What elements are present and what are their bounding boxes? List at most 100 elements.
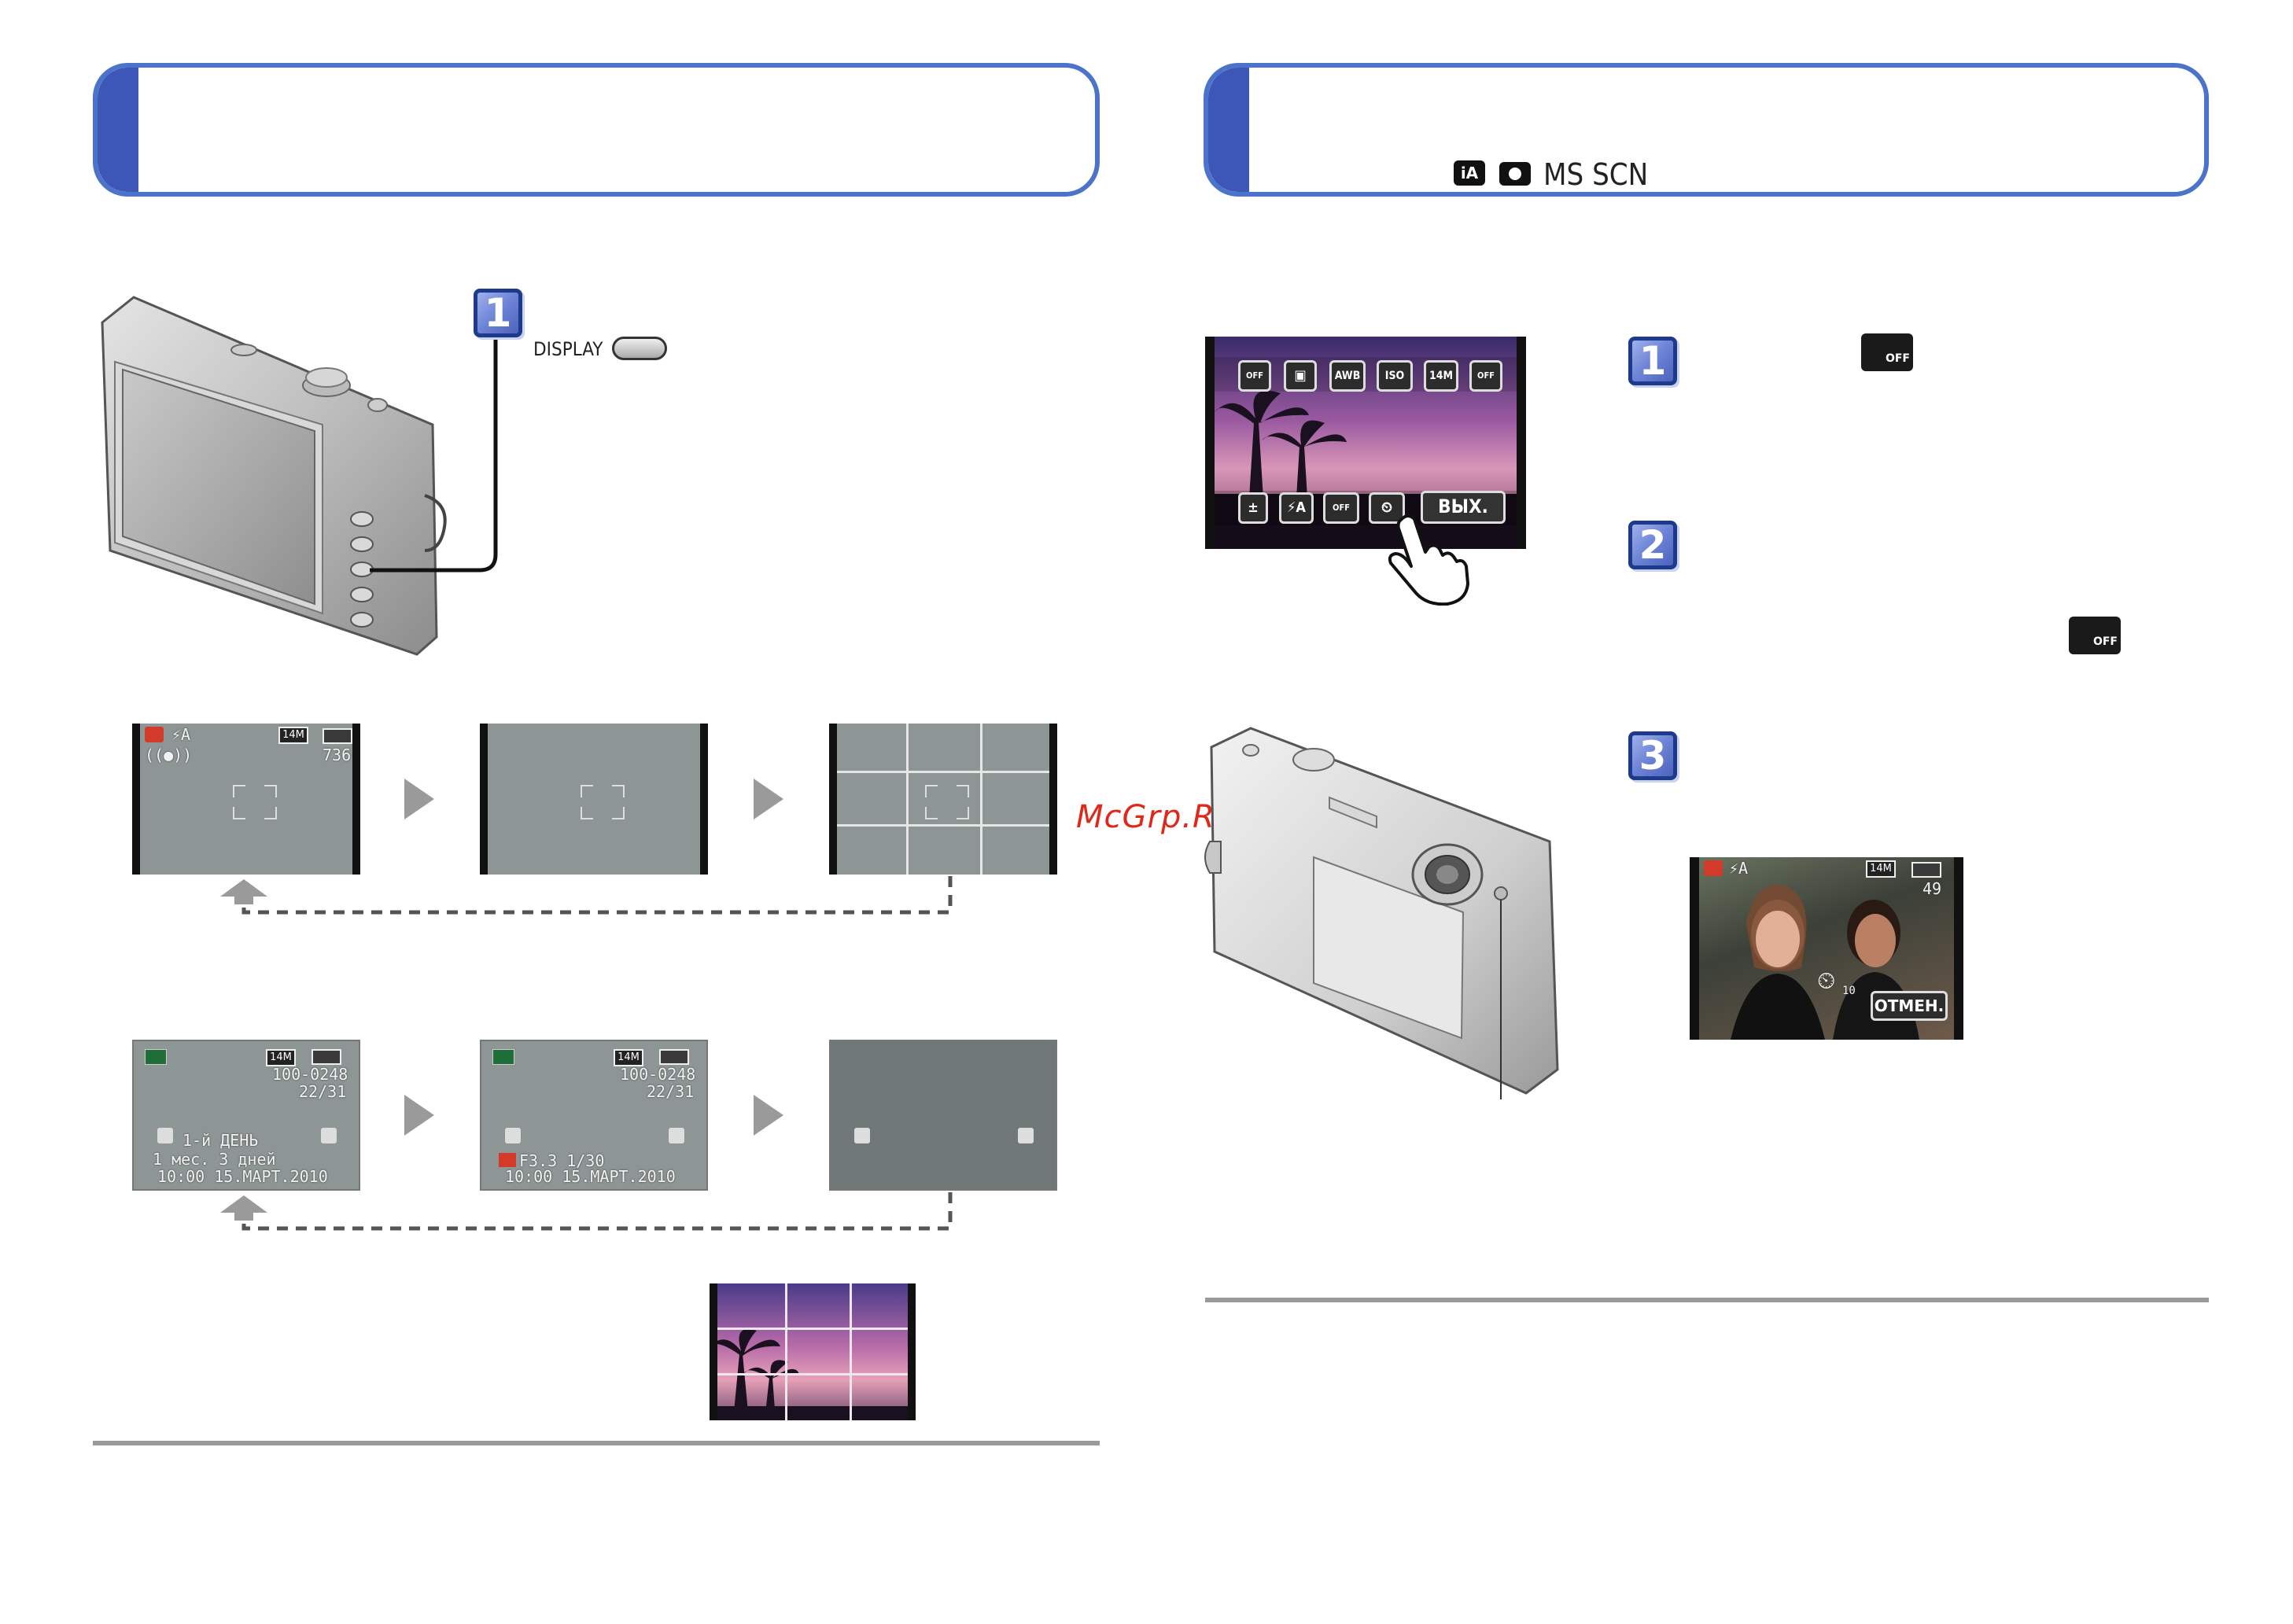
next-arrow [754,779,783,819]
guide-line [717,1373,908,1375]
left-bottom-rule [93,1441,1100,1445]
display-button-label: DISPLAY [533,338,603,360]
rec-screen-info: ⚡A 14M 736 ((●)) [132,724,360,875]
battery-icon [323,728,352,744]
rec-size-badge: 14M [278,727,308,744]
rec-screen-grid [829,724,1057,875]
camera-lens-icon [1509,168,1521,180]
quick-menu-item[interactable]: OFF [1238,360,1271,392]
return-arrow [220,879,267,897]
play-screen-detail: 14M 100-0248 22/31 1-й ДЕНЬ 1 мес. 3 дне… [132,1040,360,1191]
quick-menu-item[interactable]: AWB [1329,360,1366,392]
prev-icon [157,1128,173,1143]
rec-remaining-count: 736 [323,746,352,764]
quick-menu-item[interactable]: ▣ [1284,360,1317,392]
play-size-badge: 14M [266,1049,296,1066]
timer-icon: ⏲ [1817,967,1836,995]
play-screen-no-info [829,1040,1057,1191]
af-corner [957,807,969,819]
play-size-label: 14M [617,1051,640,1063]
countdown-size-badge: 14M [1866,860,1896,878]
rec-size-label: 14M [282,729,304,741]
camera-mode-icon [1499,162,1531,186]
guide-line [837,771,1049,773]
travel-day: 1-й ДЕНЬ [182,1131,259,1150]
quick-menu-item[interactable]: OFF [1323,492,1359,524]
rec-mode-icon [145,727,164,742]
prev-icon [505,1128,521,1143]
right-step-3-badge: 3 [1628,731,1677,780]
self-timer-off-icon: OFF [2069,617,2121,654]
battery-icon [1911,862,1941,878]
palm-silhouette [717,1328,908,1420]
left-header-box [93,63,1100,197]
right-header-stripe [1208,68,1249,192]
af-corner [957,785,969,797]
right-bottom-rule [1205,1298,2209,1302]
af-corner [612,785,625,797]
countdown-screen: ⚡A 14M 49 ⏲ 10 ОТМЕН. [1690,857,1963,1040]
guide-line [785,1283,787,1420]
play-screen-exposure: 14M 100-0248 22/31 F3.3 1/30 10:00 15.МА… [480,1040,708,1191]
datetime-text: 10:00 15.МАРТ.2010 [505,1167,676,1186]
next-arrow [754,1095,783,1136]
next-arrow [404,1095,434,1136]
pointing-hand-icon [1388,514,1469,606]
right-step-2-badge: 2 [1628,521,1677,569]
af-corner [612,807,625,819]
ia-mode-icon: iA [1454,160,1485,186]
battery-icon [312,1049,341,1065]
age-text: 1 мес. 3 дней [153,1150,276,1169]
af-corner [581,807,593,819]
rec-screen-no-info [480,724,708,875]
next-icon [669,1128,684,1143]
next-icon [1018,1128,1034,1143]
right-step-1-badge: 1 [1628,337,1677,385]
rec-flash-icon: ⚡A [1729,859,1749,878]
quick-menu-item[interactable]: ± [1238,492,1268,524]
af-corner [925,785,938,797]
play-size-label: 14M [270,1051,292,1063]
af-corner [264,785,277,797]
frame-counter: 22/31 [647,1082,695,1101]
guide-line [837,824,1049,827]
camera-front-illustration [1204,727,1559,1099]
guide-line [980,724,982,875]
display-button-connector [370,330,498,573]
frame-counter: 22/31 [299,1082,347,1101]
quick-menu-item[interactable]: OFF [1469,360,1502,392]
quick-menu-item[interactable]: ISO [1377,360,1413,392]
return-arrow [220,1195,267,1213]
af-corner [264,807,277,819]
af-corner [233,807,245,819]
cancel-button[interactable]: ОТМЕН. [1871,991,1948,1021]
rec-flash-icon: ⚡A [171,725,191,744]
return-arrow-stem [234,1211,253,1221]
mode-text: MS SCN [1543,157,1649,192]
quick-menu-screen: OFF ▣ AWB ISO 14M OFF ± ⚡A OFF ⏲ ВЫХ. [1205,337,1526,549]
quick-menu-item[interactable]: ⚡A [1279,492,1314,524]
next-arrow [404,779,434,819]
guide-line [906,724,909,875]
self-timer-off-icon: OFF [1861,333,1913,371]
play-return-loop [241,1192,953,1231]
return-arrow-stem [234,895,253,904]
scene-icon [499,1153,516,1167]
play-mode-icon [145,1049,167,1065]
af-corner [581,785,593,797]
battery-icon [659,1049,689,1065]
quick-menu-item[interactable]: 14M [1424,360,1458,392]
datetime-text: 10:00 15.МАРТ.2010 [157,1167,328,1186]
countdown-size-label: 14M [1870,863,1892,875]
file-number: 100-0248 [620,1065,696,1084]
rec-mode-icon [1704,860,1723,876]
sunset-grid-example [710,1283,916,1420]
right-header-box [1204,63,2209,197]
display-button-icon[interactable] [612,337,667,360]
play-size-badge: 14M [614,1049,643,1066]
left-header-stripe [98,68,138,192]
timer-value: 10 [1842,985,1856,997]
rec-return-loop [241,876,953,915]
remaining-shots: 49 [1923,879,1942,898]
af-corner [233,785,245,797]
